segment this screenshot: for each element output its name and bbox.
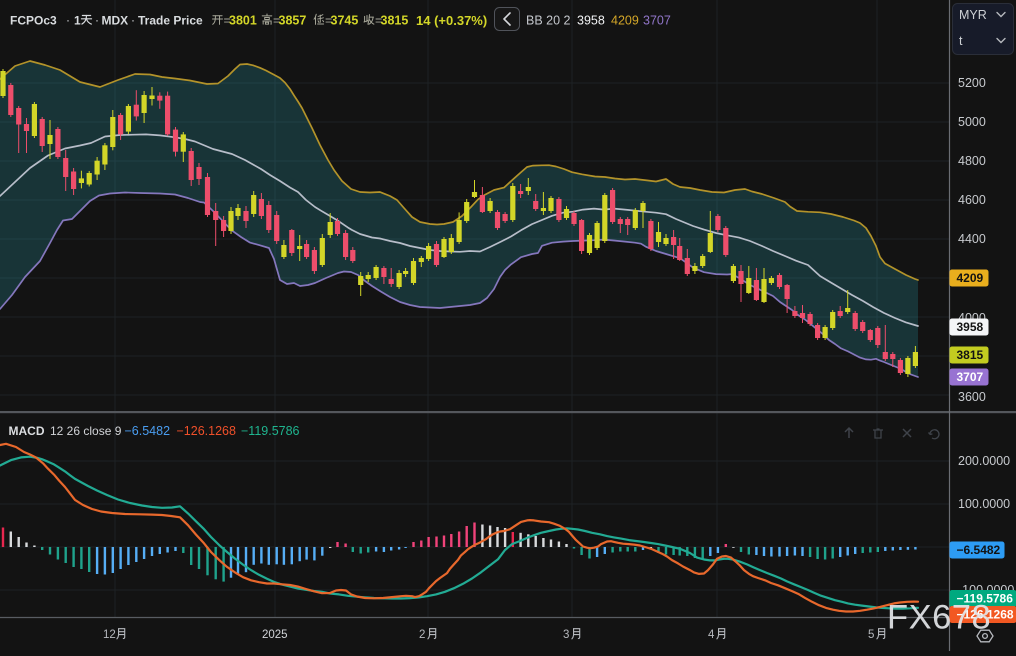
svg-text:t: t <box>959 34 963 48</box>
svg-text:12 26 close 9: 12 26 close 9 <box>50 424 122 438</box>
svg-text:2: 2 <box>419 629 425 641</box>
svg-text:5000: 5000 <box>958 115 986 129</box>
svg-text:3: 3 <box>563 629 569 641</box>
svg-text:3815: 3815 <box>381 14 409 28</box>
svg-text:3958: 3958 <box>577 14 605 28</box>
svg-text:BB 20 2: BB 20 2 <box>526 14 571 28</box>
svg-text:Trade Price: Trade Price <box>138 14 203 28</box>
svg-text:MACD: MACD <box>9 424 45 438</box>
svg-text:3600: 3600 <box>958 390 986 404</box>
svg-text:4600: 4600 <box>958 193 986 207</box>
svg-text:4: 4 <box>708 629 715 641</box>
svg-text:−6.5482: −6.5482 <box>957 543 1001 557</box>
svg-text:1: 1 <box>74 14 81 28</box>
svg-text:200.0000: 200.0000 <box>958 454 1010 468</box>
svg-text:14 (+0.37%): 14 (+0.37%) <box>416 13 487 28</box>
svg-text:4209: 4209 <box>611 14 639 28</box>
svg-text:3815: 3815 <box>957 348 984 362</box>
svg-text:100.0000: 100.0000 <box>958 497 1010 511</box>
svg-text:3707: 3707 <box>957 370 984 384</box>
svg-text:−6.5482: −6.5482 <box>125 424 171 438</box>
svg-text:5: 5 <box>868 629 874 641</box>
svg-text:3801: 3801 <box>229 14 257 28</box>
svg-text:MYR: MYR <box>959 8 987 22</box>
svg-text:4209: 4209 <box>957 271 984 285</box>
svg-text:4400: 4400 <box>958 232 986 246</box>
svg-text:MDX: MDX <box>102 14 129 28</box>
svg-text:2025: 2025 <box>262 629 288 641</box>
svg-text:3707: 3707 <box>643 14 671 28</box>
svg-text:−126.1268: −126.1268 <box>177 424 236 438</box>
svg-text:3958: 3958 <box>957 320 984 334</box>
svg-text:·: · <box>131 13 135 27</box>
svg-text:·: · <box>66 13 70 27</box>
svg-text:FCPOc3: FCPOc3 <box>10 14 57 28</box>
svg-text:12: 12 <box>103 629 116 641</box>
svg-text:·: · <box>95 13 99 27</box>
svg-text:3857: 3857 <box>279 14 307 28</box>
svg-text:4800: 4800 <box>958 154 986 168</box>
svg-text:5200: 5200 <box>958 76 986 90</box>
svg-text:3745: 3745 <box>331 14 359 28</box>
svg-text:−119.5786: −119.5786 <box>241 424 300 438</box>
svg-text:FX678: FX678 <box>887 599 991 637</box>
